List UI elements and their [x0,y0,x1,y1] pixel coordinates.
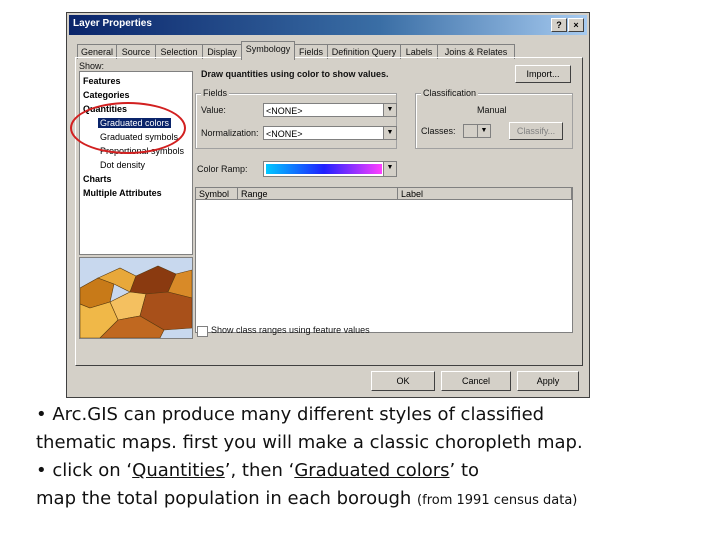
ok-button[interactable]: OK [371,371,435,391]
help-button[interactable]: ? [551,18,567,32]
show-label: Show: [79,61,105,71]
fields-group-label: Fields [201,88,230,98]
tree-item-multiple-attributes[interactable]: Multiple Attributes [83,188,162,198]
highlight-ring [70,102,186,154]
grid-header-range[interactable]: Range [238,188,398,200]
normalization-select-text: <NONE> [266,129,303,139]
chevron-down-icon: ▼ [477,125,490,137]
caption-line-3-mid: ’, then ‘ [224,460,295,481]
show-ranges-checkbox[interactable] [197,326,208,337]
color-ramp-swatch [266,164,382,174]
value-select-text: <NONE> [266,106,303,116]
caption-census-note: (from 1991 census data) [417,493,578,508]
caption-line-1: • Arc.GIS can produce many different sty… [36,404,545,425]
close-button[interactable]: × [568,18,584,32]
tree-item-categories[interactable]: Categories [83,90,130,100]
caption-graduated-colors: Graduated colors [294,460,450,481]
class-grid[interactable]: Symbol Range Label [195,187,573,333]
chevron-down-icon: ▼ [383,162,396,176]
show-tree: Features Categories Quantities Graduated… [79,71,193,255]
classification-group [415,93,573,149]
caption-quantities: Quantities [132,460,225,481]
tree-item-features[interactable]: Features [83,76,121,86]
classify-button[interactable]: Classify... [509,122,563,140]
caption-line-4: map the total population in each borough… [36,488,577,509]
color-ramp-select[interactable]: ▼ [263,161,397,177]
tree-item-dot-density[interactable]: Dot density [100,160,145,170]
title-bar: Layer Properties ? × [69,15,587,35]
grid-header-symbol[interactable]: Symbol [196,188,238,200]
caption-line-3-pre: • click on ‘ [36,460,133,481]
layer-properties-dialog: Layer Properties ? × General Source Sele… [66,12,590,398]
cancel-button[interactable]: Cancel [441,371,511,391]
value-select[interactable]: <NONE> ▼ [263,103,397,117]
value-label: Value: [201,105,226,115]
classes-select[interactable]: ▼ [463,124,491,138]
chevron-down-icon: ▼ [383,127,396,139]
classification-group-label: Classification [421,88,479,98]
caption-line-3: • click on ‘Quantities’, then ‘Graduated… [36,460,479,481]
caption-line-4-text: map the total population in each borough [36,488,418,509]
caption-line-3-post: ’ to [449,460,480,481]
classification-method: Manual [477,105,507,115]
import-button[interactable]: Import... [515,65,571,83]
normalization-label: Normalization: [201,128,259,138]
classes-label: Classes: [421,126,456,136]
chevron-down-icon: ▼ [383,104,396,116]
window-title: Layer Properties [73,18,152,29]
grid-header-label[interactable]: Label [398,188,572,200]
color-ramp-label: Color Ramp: [197,164,248,174]
normalization-select[interactable]: <NONE> ▼ [263,126,397,140]
show-ranges-label: Show class ranges using feature values [211,325,370,335]
tab-symbology[interactable]: Symbology [241,41,295,60]
preview-map-thumbnail [79,257,193,339]
caption-line-2: thematic maps. first you will make a cla… [36,432,583,453]
symbology-description: Draw quantities using color to show valu… [201,69,389,79]
apply-button[interactable]: Apply [517,371,579,391]
tree-item-charts[interactable]: Charts [83,174,112,184]
choropleth-preview-image [80,265,192,338]
